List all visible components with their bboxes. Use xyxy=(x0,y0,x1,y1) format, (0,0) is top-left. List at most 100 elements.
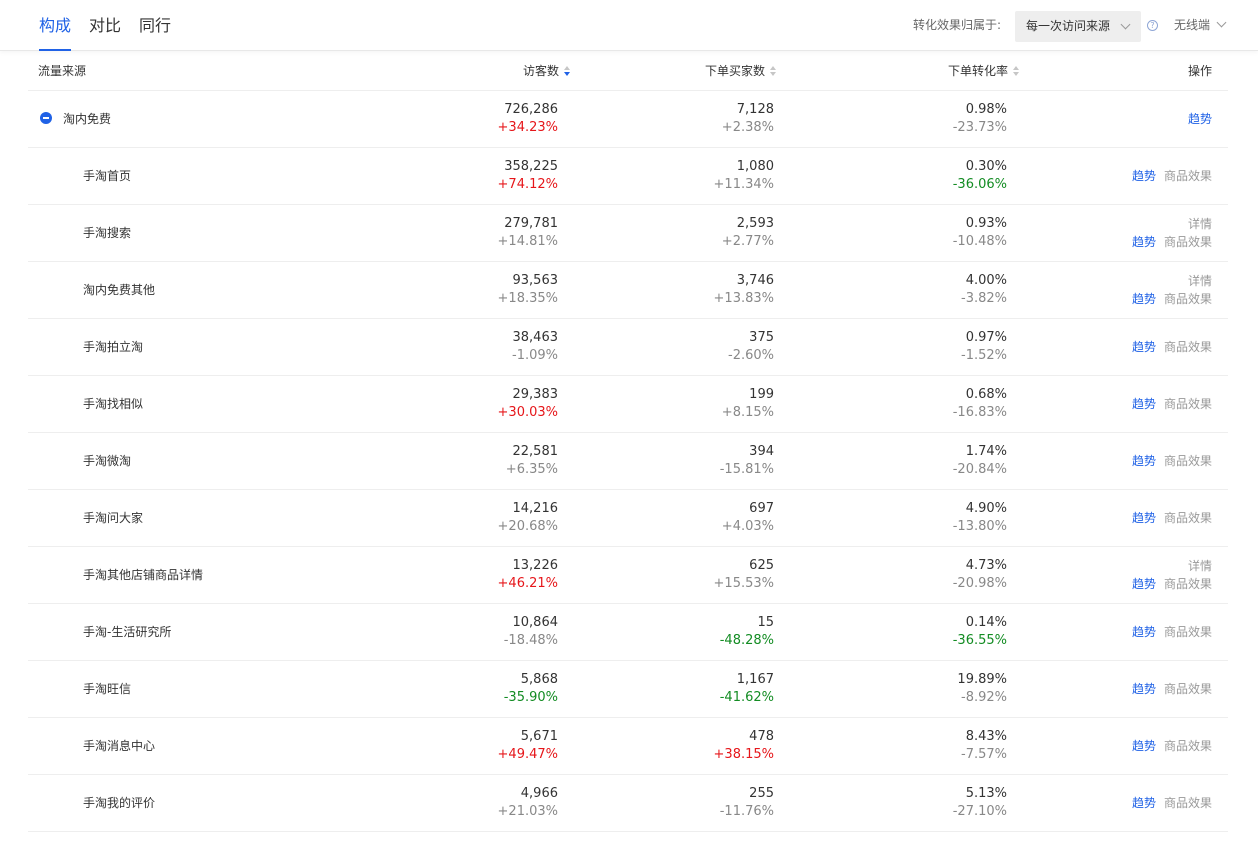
visitors-value: 5,868 xyxy=(520,672,558,687)
header-visitors[interactable]: 访客数 xyxy=(523,51,570,91)
conversion-delta: -27.10% xyxy=(952,804,1007,819)
conversion-cell: 4.00% -3.82% xyxy=(961,272,1007,308)
source-name: 手淘-生活研究所 xyxy=(83,625,172,639)
buyers-delta: -11.76% xyxy=(719,804,774,819)
table-row: 手淘搜索 279,781 +14.81% 2,593 +2.77% 0.93% -10.48… xyxy=(28,205,1228,262)
row-actions: 趋势 商品效果 xyxy=(1132,319,1212,375)
attribution-label: 转化效果归属于: xyxy=(913,18,1002,32)
top-bar: 构成 对比 同行 转化效果归属于: 每一次访问来源 ? 无线端 xyxy=(0,0,1258,51)
help-icon[interactable]: ? xyxy=(1147,20,1158,31)
sort-icon[interactable] xyxy=(770,66,776,76)
trend-link[interactable]: 趋势 xyxy=(1132,235,1156,249)
trend-link[interactable]: 趋势 xyxy=(1132,397,1156,411)
table-row: 手淘消息中心 5,671 +49.47% 478 +38.15% 8.43% -7.57% 趋… xyxy=(28,718,1228,775)
conversion-value: 0.97% xyxy=(965,330,1007,345)
visitors-cell: 5,671 +49.47% xyxy=(498,728,558,764)
trend-link[interactable]: 趋势 xyxy=(1132,292,1156,306)
table-row: 手淘找相似 29,383 +30.03% 199 +8.15% 0.68% -16.83% 趋… xyxy=(28,376,1228,433)
goods-effect-link[interactable]: 商品效果 xyxy=(1164,796,1212,810)
goods-effect-link[interactable]: 商品效果 xyxy=(1164,577,1212,591)
conversion-delta: -23.73% xyxy=(952,120,1007,135)
buyers-cell: 697 +4.03% xyxy=(722,500,774,536)
buyers-cell: 478 +38.15% xyxy=(714,728,774,764)
trend-link[interactable]: 趋势 xyxy=(1132,454,1156,468)
visitors-delta: -35.90% xyxy=(503,690,558,705)
row-actions: 趋势 商品效果 xyxy=(1132,775,1212,831)
buyers-cell: 3,746 +13.83% xyxy=(714,272,774,308)
source-name: 手淘问大家 xyxy=(83,511,144,525)
trend-link[interactable]: 趋势 xyxy=(1132,796,1156,810)
goods-effect-link[interactable]: 商品效果 xyxy=(1164,511,1212,525)
header-buyers-label: 下单买家数 xyxy=(704,64,765,78)
row-actions: 详情趋势 商品效果 xyxy=(1132,215,1212,251)
visitors-delta: -18.48% xyxy=(503,633,558,648)
goods-effect-link[interactable]: 商品效果 xyxy=(1164,454,1212,468)
sort-icon[interactable] xyxy=(1013,66,1019,76)
visitors-delta: +49.47% xyxy=(497,747,558,762)
sort-desc-icon[interactable] xyxy=(564,66,570,76)
trend-link[interactable]: 趋势 xyxy=(1132,169,1156,183)
goods-effect-link[interactable]: 商品效果 xyxy=(1164,340,1212,354)
header-buyers[interactable]: 下单买家数 xyxy=(705,51,776,91)
visitors-cell: 4,966 +21.03% xyxy=(498,785,558,821)
buyers-cell: 625 +15.53% xyxy=(714,557,774,593)
trend-link[interactable]: 趋势 xyxy=(1188,112,1212,126)
conversion-cell: 19.89% -8.92% xyxy=(957,671,1007,707)
detail-link[interactable]: 详情 xyxy=(1132,215,1212,233)
detail-link[interactable]: 详情 xyxy=(1132,272,1212,290)
visitors-cell: 10,864 -18.48% xyxy=(504,614,558,650)
trend-link[interactable]: 趋势 xyxy=(1132,340,1156,354)
visitors-value: 10,864 xyxy=(512,615,559,630)
row-actions: 趋势 商品效果 xyxy=(1132,376,1212,432)
visitors-value: 358,225 xyxy=(504,159,558,174)
goods-effect-link[interactable]: 商品效果 xyxy=(1164,397,1212,411)
view-tabs: 构成 对比 同行 xyxy=(39,0,189,51)
detail-link[interactable]: 详情 xyxy=(1132,557,1212,575)
child-rows: 手淘首页 358,225 +74.12% 1,080 +11.34% 0.30% -36.0… xyxy=(28,148,1228,832)
chevron-down-icon xyxy=(1120,19,1131,30)
trend-link[interactable]: 趋势 xyxy=(1132,625,1156,639)
visitors-value: 4,966 xyxy=(520,786,558,801)
goods-effect-link[interactable]: 商品效果 xyxy=(1164,739,1212,753)
tab-composition[interactable]: 构成 xyxy=(39,0,72,51)
collapse-icon[interactable] xyxy=(40,112,52,124)
goods-effect-link[interactable]: 商品效果 xyxy=(1164,235,1212,249)
goods-effect-link[interactable]: 商品效果 xyxy=(1164,625,1212,639)
visitors-value: 726,286 xyxy=(504,102,558,117)
header-conversion[interactable]: 下单转化率 xyxy=(948,51,1019,91)
row-actions: 趋势 商品效果 xyxy=(1132,148,1212,204)
trend-link[interactable]: 趋势 xyxy=(1132,739,1156,753)
source-name: 手淘微淘 xyxy=(83,454,132,468)
visitors-cell: 726,286 +34.23% xyxy=(498,101,558,137)
tab-compare[interactable]: 对比 xyxy=(89,0,121,51)
buyers-value: 3,746 xyxy=(736,273,774,288)
conversion-value: 0.93% xyxy=(965,216,1007,231)
attribution-select[interactable]: 每一次访问来源 xyxy=(1015,11,1141,42)
goods-effect-link[interactable]: 商品效果 xyxy=(1164,292,1212,306)
row-actions: 详情趋势 商品效果 xyxy=(1132,272,1212,308)
visitors-value: 14,216 xyxy=(512,501,559,516)
trend-link[interactable]: 趋势 xyxy=(1132,682,1156,696)
device-select[interactable]: 无线端 xyxy=(1174,0,1234,51)
source-name: 淘内免费 xyxy=(63,112,112,126)
header-visitors-label: 访客数 xyxy=(522,64,559,78)
trend-link[interactable]: 趋势 xyxy=(1132,577,1156,591)
visitors-delta: +6.35% xyxy=(505,462,558,477)
tab-peers[interactable]: 同行 xyxy=(139,0,171,51)
device-select-value: 无线端 xyxy=(1174,18,1211,32)
table-row: 淘内免费其他 93,563 +18.35% 3,746 +13.83% 4.00% -3.8… xyxy=(28,262,1228,319)
visitors-value: 93,563 xyxy=(512,273,559,288)
conversion-delta: -8.92% xyxy=(961,690,1007,705)
trend-link[interactable]: 趋势 xyxy=(1132,511,1156,525)
visitors-value: 22,581 xyxy=(512,444,559,459)
buyers-cell: 1,080 +11.34% xyxy=(714,158,774,194)
table-row: 手淘我的评价 4,966 +21.03% 255 -11.76% 5.13% -27.10%… xyxy=(28,775,1228,832)
buyers-delta: -48.28% xyxy=(719,633,774,648)
source-name: 手淘我的评价 xyxy=(83,796,156,810)
visitors-value: 38,463 xyxy=(512,330,559,345)
goods-effect-link[interactable]: 商品效果 xyxy=(1164,169,1212,183)
conversion-cell: 0.98% -23.73% xyxy=(953,101,1007,137)
visitors-cell: 13,226 +46.21% xyxy=(498,557,558,593)
goods-effect-link[interactable]: 商品效果 xyxy=(1164,682,1212,696)
visitors-value: 29,383 xyxy=(512,387,559,402)
